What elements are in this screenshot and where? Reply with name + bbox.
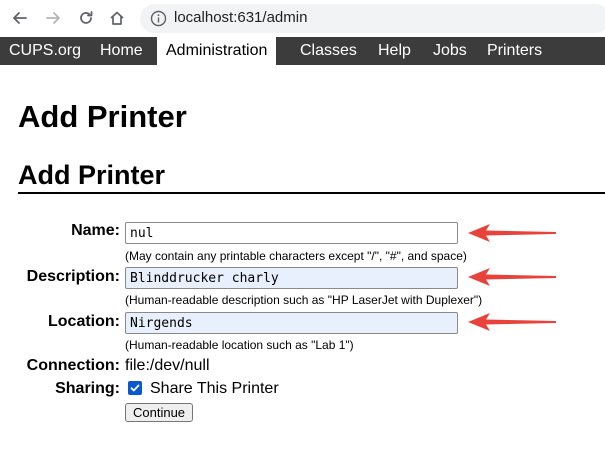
checkmark-icon [130,384,140,392]
location-hint: (Human-readable location such as "Lab 1"… [125,338,354,352]
nav-classes[interactable]: Classes [291,37,366,65]
section-divider [18,192,605,194]
location-label: Location: [48,313,120,330]
name-field[interactable] [125,222,458,244]
connection-value: file:/dev/null [125,357,210,374]
description-field[interactable] [125,267,458,289]
forward-button[interactable] [42,7,64,29]
browser-toolbar: localhost:631/admin [0,0,605,37]
home-button[interactable] [106,7,128,29]
home-icon [110,11,124,25]
nav-cups-org[interactable]: CUPS.org [0,37,90,65]
description-hint: (Human-readable description such as "HP … [125,293,483,307]
description-label: Description: [26,268,120,285]
name-hint: (May contain any printable characters ex… [125,249,467,263]
info-icon[interactable] [150,10,167,27]
nav-jobs[interactable]: Jobs [424,37,476,65]
share-printer-checkbox[interactable] [128,381,142,395]
back-arrow-icon [13,12,27,24]
nav-home[interactable]: Home [91,37,152,65]
forward-arrow-icon [46,12,60,24]
annotation-arrow-icon [468,313,556,331]
nav-help[interactable]: Help [369,37,420,65]
url-text[interactable]: localhost:631/admin [174,9,307,26]
reload-button[interactable] [75,7,97,29]
section-title: Add Printer [18,160,166,190]
annotation-arrow-icon [468,224,556,242]
sharing-label: Sharing: [55,380,120,397]
connection-label: Connection: [26,357,120,374]
share-printer-label[interactable]: Share This Printer [150,380,279,398]
location-field[interactable] [125,312,458,334]
continue-button[interactable]: Continue [125,403,194,422]
address-bar[interactable]: localhost:631/admin [140,4,605,33]
name-label: Name: [71,222,120,239]
reload-icon [80,11,93,24]
nav-printers[interactable]: Printers [478,37,551,65]
annotation-arrow-icon [468,268,556,286]
page-title: Add Printer [18,99,187,134]
nav-administration[interactable]: Administration [157,37,277,65]
cups-nav-bar: CUPS.org Home Administration Classes Hel… [0,37,605,65]
back-button[interactable] [9,7,31,29]
